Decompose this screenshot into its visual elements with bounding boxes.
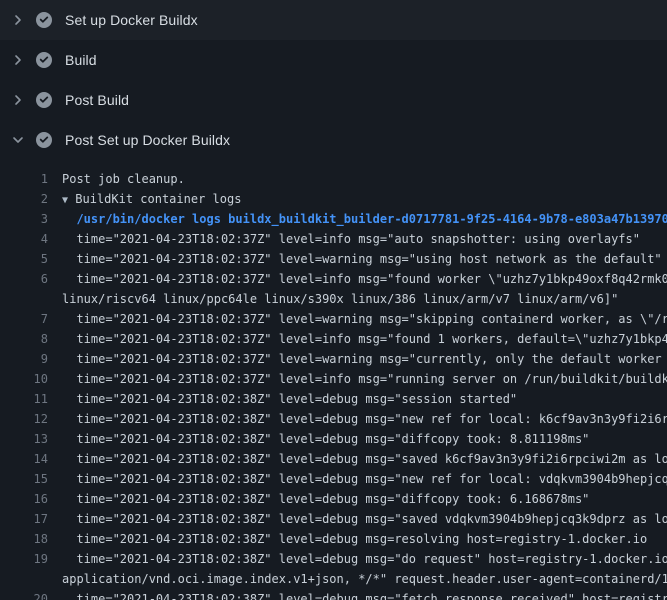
log-line-number[interactable]: 16: [0, 489, 48, 509]
log-line-text: time="2021-04-23T18:02:38Z" level=debug …: [62, 429, 589, 449]
log-line-number[interactable]: 7: [0, 309, 48, 329]
log-line: 10 time="2021-04-23T18:02:37Z" level=inf…: [0, 369, 667, 389]
log-line-number[interactable]: 13: [0, 429, 48, 449]
log-line-text: time="2021-04-23T18:02:37Z" level=warnin…: [62, 249, 662, 269]
log-line: 7 time="2021-04-23T18:02:37Z" level=warn…: [0, 309, 667, 329]
chevron-right-icon: [10, 92, 26, 108]
log-line: 8 time="2021-04-23T18:02:37Z" level=info…: [0, 329, 667, 349]
log-line: 5 time="2021-04-23T18:02:37Z" level=warn…: [0, 249, 667, 269]
log-line: 4 time="2021-04-23T18:02:37Z" level=info…: [0, 229, 667, 249]
log-line-number[interactable]: 9: [0, 349, 48, 369]
log-line: 3 /usr/bin/docker logs buildx_buildkit_b…: [0, 209, 667, 229]
log-line-text: time="2021-04-23T18:02:38Z" level=debug …: [62, 489, 589, 509]
log-line: 15 time="2021-04-23T18:02:38Z" level=deb…: [0, 469, 667, 489]
chevron-right-icon: [10, 12, 26, 28]
check-circle-icon: [36, 12, 52, 28]
log-line-text: time="2021-04-23T18:02:38Z" level=debug …: [62, 529, 647, 549]
check-circle-icon: [36, 92, 52, 108]
log-line-text: Post job cleanup.: [62, 169, 185, 189]
chevron-down-icon: [10, 132, 26, 148]
step-header-setup-docker-buildx[interactable]: Set up Docker Buildx: [0, 0, 667, 40]
log-line-wrap: application/vnd.oci.image.index.v1+json,…: [0, 569, 667, 589]
log-line-number[interactable]: 20: [0, 589, 48, 600]
log-line: 20 time="2021-04-23T18:02:38Z" level=deb…: [0, 589, 667, 600]
log-line-number[interactable]: 5: [0, 249, 48, 269]
log-line-number-empty: [0, 289, 48, 309]
log-line-text: time="2021-04-23T18:02:37Z" level=warnin…: [62, 349, 667, 369]
step-header-post-build[interactable]: Post Build: [0, 80, 667, 120]
log-line-number[interactable]: 18: [0, 529, 48, 549]
log-line-text: time="2021-04-23T18:02:38Z" level=debug …: [62, 449, 667, 469]
step-label: Set up Docker Buildx: [65, 12, 198, 28]
step-header-post-setup-docker-buildx[interactable]: Post Set up Docker Buildx: [0, 120, 667, 160]
log-line-text: time="2021-04-23T18:02:38Z" level=debug …: [62, 469, 667, 489]
log-line-number[interactable]: 6: [0, 269, 48, 289]
log-line-wrap: linux/riscv64 linux/ppc64le linux/s390x …: [0, 289, 667, 309]
step-label: Post Set up Docker Buildx: [65, 132, 230, 148]
log-line: 9 time="2021-04-23T18:02:37Z" level=warn…: [0, 349, 667, 369]
step-label: Build: [65, 52, 97, 68]
step-label: Post Build: [65, 92, 129, 108]
log-line: 11 time="2021-04-23T18:02:38Z" level=deb…: [0, 389, 667, 409]
log-line: 13 time="2021-04-23T18:02:38Z" level=deb…: [0, 429, 667, 449]
check-circle-icon: [36, 52, 52, 68]
log-line-text: time="2021-04-23T18:02:38Z" level=debug …: [62, 409, 667, 429]
chevron-right-icon: [10, 52, 26, 68]
log-line-number[interactable]: 4: [0, 229, 48, 249]
log-line-text: time="2021-04-23T18:02:38Z" level=debug …: [62, 389, 517, 409]
log-line-number[interactable]: 12: [0, 409, 48, 429]
log-line-text: time="2021-04-23T18:02:38Z" level=debug …: [62, 549, 667, 569]
log-line-number[interactable]: 14: [0, 449, 48, 469]
log-output: 1 Post job cleanup. 2 ▼ BuildKit container …: [0, 160, 667, 600]
log-line-number-empty: [0, 569, 48, 589]
log-line: 17 time="2021-04-23T18:02:38Z" level=deb…: [0, 509, 667, 529]
log-line-number[interactable]: 10: [0, 369, 48, 389]
log-line-number[interactable]: 17: [0, 509, 48, 529]
log-line: 14 time="2021-04-23T18:02:38Z" level=deb…: [0, 449, 667, 469]
log-line-number[interactable]: 3: [0, 209, 48, 229]
step-header-build[interactable]: Build: [0, 40, 667, 80]
log-line-text: time="2021-04-23T18:02:37Z" level=info m…: [62, 269, 667, 289]
log-line-number[interactable]: 1: [0, 169, 48, 189]
log-line: 12 time="2021-04-23T18:02:38Z" level=deb…: [0, 409, 667, 429]
log-line-text: linux/riscv64 linux/ppc64le linux/s390x …: [62, 289, 618, 309]
log-line: 6 time="2021-04-23T18:02:37Z" level=info…: [0, 269, 667, 289]
log-line-text: application/vnd.oci.image.index.v1+json,…: [62, 569, 667, 589]
log-group-line[interactable]: 2 ▼ BuildKit container logs: [0, 189, 667, 209]
log-command-text: /usr/bin/docker logs buildx_buildkit_bui…: [62, 209, 667, 229]
log-line: 1 Post job cleanup.: [0, 169, 667, 189]
job-steps-list: Set up Docker Buildx Build Post Build Po…: [0, 0, 667, 160]
log-line-number[interactable]: 8: [0, 329, 48, 349]
log-line-text: time="2021-04-23T18:02:37Z" level=warnin…: [62, 309, 667, 329]
log-line: 19 time="2021-04-23T18:02:38Z" level=deb…: [0, 549, 667, 569]
log-line-text: time="2021-04-23T18:02:38Z" level=debug …: [62, 509, 667, 529]
log-line-text: ▼ BuildKit container logs: [62, 189, 241, 209]
log-line-text: time="2021-04-23T18:02:38Z" level=debug …: [62, 589, 667, 600]
log-line: 16 time="2021-04-23T18:02:38Z" level=deb…: [0, 489, 667, 509]
log-line-text: time="2021-04-23T18:02:37Z" level=info m…: [62, 329, 667, 349]
log-line-text: time="2021-04-23T18:02:37Z" level=info m…: [62, 229, 640, 249]
log-line-number[interactable]: 11: [0, 389, 48, 409]
log-line-number[interactable]: 2: [0, 189, 48, 209]
log-line-text: time="2021-04-23T18:02:37Z" level=info m…: [62, 369, 667, 389]
group-expand-caret-icon: ▼: [62, 195, 68, 206]
check-circle-icon: [36, 132, 52, 148]
log-line: 18 time="2021-04-23T18:02:38Z" level=deb…: [0, 529, 667, 549]
log-line-number[interactable]: 15: [0, 469, 48, 489]
log-line-number[interactable]: 19: [0, 549, 48, 569]
